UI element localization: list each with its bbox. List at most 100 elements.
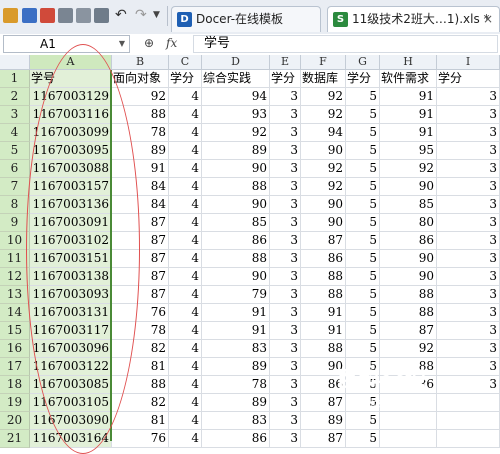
table-cell[interactable]: 3	[270, 178, 301, 196]
column-header-a[interactable]: A	[30, 55, 112, 70]
column-header-h[interactable]: H	[380, 55, 437, 70]
table-cell[interactable]: 3	[437, 142, 500, 160]
save-icon[interactable]	[22, 8, 37, 23]
table-cell[interactable]: 87	[112, 268, 169, 286]
row-header[interactable]: 20	[0, 412, 30, 430]
row-header[interactable]: 3	[0, 106, 30, 124]
table-cell[interactable]: 3	[437, 268, 500, 286]
header-cell[interactable]: 软件需求	[380, 70, 437, 88]
table-cell[interactable]: 4	[169, 196, 202, 214]
table-cell[interactable]: 3	[270, 286, 301, 304]
table-cell[interactable]: 91	[112, 160, 169, 178]
table-cell[interactable]: 5	[346, 322, 380, 340]
table-cell[interactable]: 4	[169, 178, 202, 196]
table-cell[interactable]: 5	[346, 268, 380, 286]
export-pdf-icon[interactable]	[40, 8, 55, 23]
table-cell[interactable]: 84	[112, 178, 169, 196]
table-cell[interactable]: 3	[270, 142, 301, 160]
table-cell[interactable]: 1167003095	[30, 142, 112, 160]
table-cell[interactable]: 3	[437, 214, 500, 232]
table-cell[interactable]: 3	[270, 268, 301, 286]
table-cell[interactable]: 5	[346, 178, 380, 196]
table-cell[interactable]: 4	[169, 88, 202, 106]
table-cell[interactable]: 91	[380, 124, 437, 142]
table-cell[interactable]: 1167003085	[30, 376, 112, 394]
table-cell[interactable]: 1167003117	[30, 322, 112, 340]
table-cell[interactable]: 5	[346, 142, 380, 160]
table-cell[interactable]: 88	[112, 376, 169, 394]
table-cell[interactable]: 4	[169, 214, 202, 232]
table-cell[interactable]: 5	[346, 430, 380, 448]
close-tab-icon[interactable]: ×	[483, 7, 493, 31]
table-cell[interactable]: 1167003091	[30, 214, 112, 232]
spell-check-icon[interactable]	[94, 8, 109, 23]
table-cell[interactable]: 86	[301, 250, 346, 268]
formula-input[interactable]: 学号	[193, 35, 498, 53]
table-cell[interactable]: 87	[112, 214, 169, 232]
name-box[interactable]: A1 ▼	[3, 35, 130, 53]
table-cell[interactable]: 85	[202, 214, 270, 232]
row-header[interactable]: 1	[0, 70, 30, 88]
table-cell[interactable]: 4	[169, 124, 202, 142]
redo-icon[interactable]: ↷	[135, 8, 150, 23]
row-header[interactable]: 11	[0, 250, 30, 268]
table-cell[interactable]: 1167003116	[30, 106, 112, 124]
table-cell[interactable]: 5	[346, 214, 380, 232]
table-cell[interactable]: 1167003151	[30, 250, 112, 268]
table-cell[interactable]: 5	[346, 250, 380, 268]
table-cell[interactable]: 1167003122	[30, 358, 112, 376]
table-cell[interactable]: 93	[202, 106, 270, 124]
row-header[interactable]: 7	[0, 178, 30, 196]
table-cell[interactable]: 90	[202, 196, 270, 214]
row-header[interactable]: 5	[0, 142, 30, 160]
table-cell[interactable]: 87	[301, 232, 346, 250]
column-header-e[interactable]: E	[270, 55, 301, 70]
table-cell[interactable]: 4	[169, 268, 202, 286]
table-cell[interactable]: 1167003099	[30, 124, 112, 142]
row-header[interactable]: 12	[0, 268, 30, 286]
print-preview-icon[interactable]	[76, 8, 91, 23]
table-cell[interactable]: 91	[380, 88, 437, 106]
table-cell[interactable]: 92	[380, 160, 437, 178]
table-cell[interactable]: 86	[202, 232, 270, 250]
table-cell[interactable]: 90	[301, 142, 346, 160]
table-cell[interactable]: 83	[202, 340, 270, 358]
table-cell[interactable]: 4	[169, 376, 202, 394]
table-cell[interactable]: 82	[112, 340, 169, 358]
row-header[interactable]: 21	[0, 430, 30, 448]
table-cell[interactable]: 3	[437, 304, 500, 322]
table-cell[interactable]: 4	[169, 394, 202, 412]
table-cell[interactable]: 91	[380, 106, 437, 124]
table-cell[interactable]: 3	[437, 250, 500, 268]
table-cell[interactable]: 1167003164	[30, 430, 112, 448]
table-cell[interactable]: 3	[270, 376, 301, 394]
table-cell[interactable]: 5	[346, 88, 380, 106]
table-cell[interactable]: 80	[380, 214, 437, 232]
table-cell[interactable]: 3	[270, 412, 301, 430]
table-cell[interactable]: 1167003138	[30, 268, 112, 286]
table-cell[interactable]: 3	[437, 322, 500, 340]
table-cell[interactable]: 90	[202, 160, 270, 178]
table-cell[interactable]: 5	[346, 340, 380, 358]
table-cell[interactable]: 3	[270, 88, 301, 106]
table-cell[interactable]: 90	[301, 214, 346, 232]
table-cell[interactable]: 85	[380, 196, 437, 214]
row-header[interactable]: 4	[0, 124, 30, 142]
table-cell[interactable]: 89	[202, 358, 270, 376]
table-cell[interactable]: 86	[380, 232, 437, 250]
table-cell[interactable]: 3	[270, 340, 301, 358]
customize-toolbar-icon[interactable]: ▼	[153, 8, 168, 23]
table-cell[interactable]: 88	[380, 304, 437, 322]
table-cell[interactable]: 92	[301, 88, 346, 106]
table-cell[interactable]: 90	[380, 178, 437, 196]
header-cell[interactable]: 数据库	[301, 70, 346, 88]
table-cell[interactable]: 3	[270, 322, 301, 340]
table-cell[interactable]: 91	[202, 322, 270, 340]
table-cell[interactable]: 86	[202, 430, 270, 448]
table-cell[interactable]: 76	[112, 430, 169, 448]
table-cell[interactable]: 1167003105	[30, 394, 112, 412]
table-cell[interactable]: 4	[169, 340, 202, 358]
table-cell[interactable]: 5	[346, 304, 380, 322]
table-cell[interactable]: 1167003131	[30, 304, 112, 322]
table-cell[interactable]: 4	[169, 358, 202, 376]
